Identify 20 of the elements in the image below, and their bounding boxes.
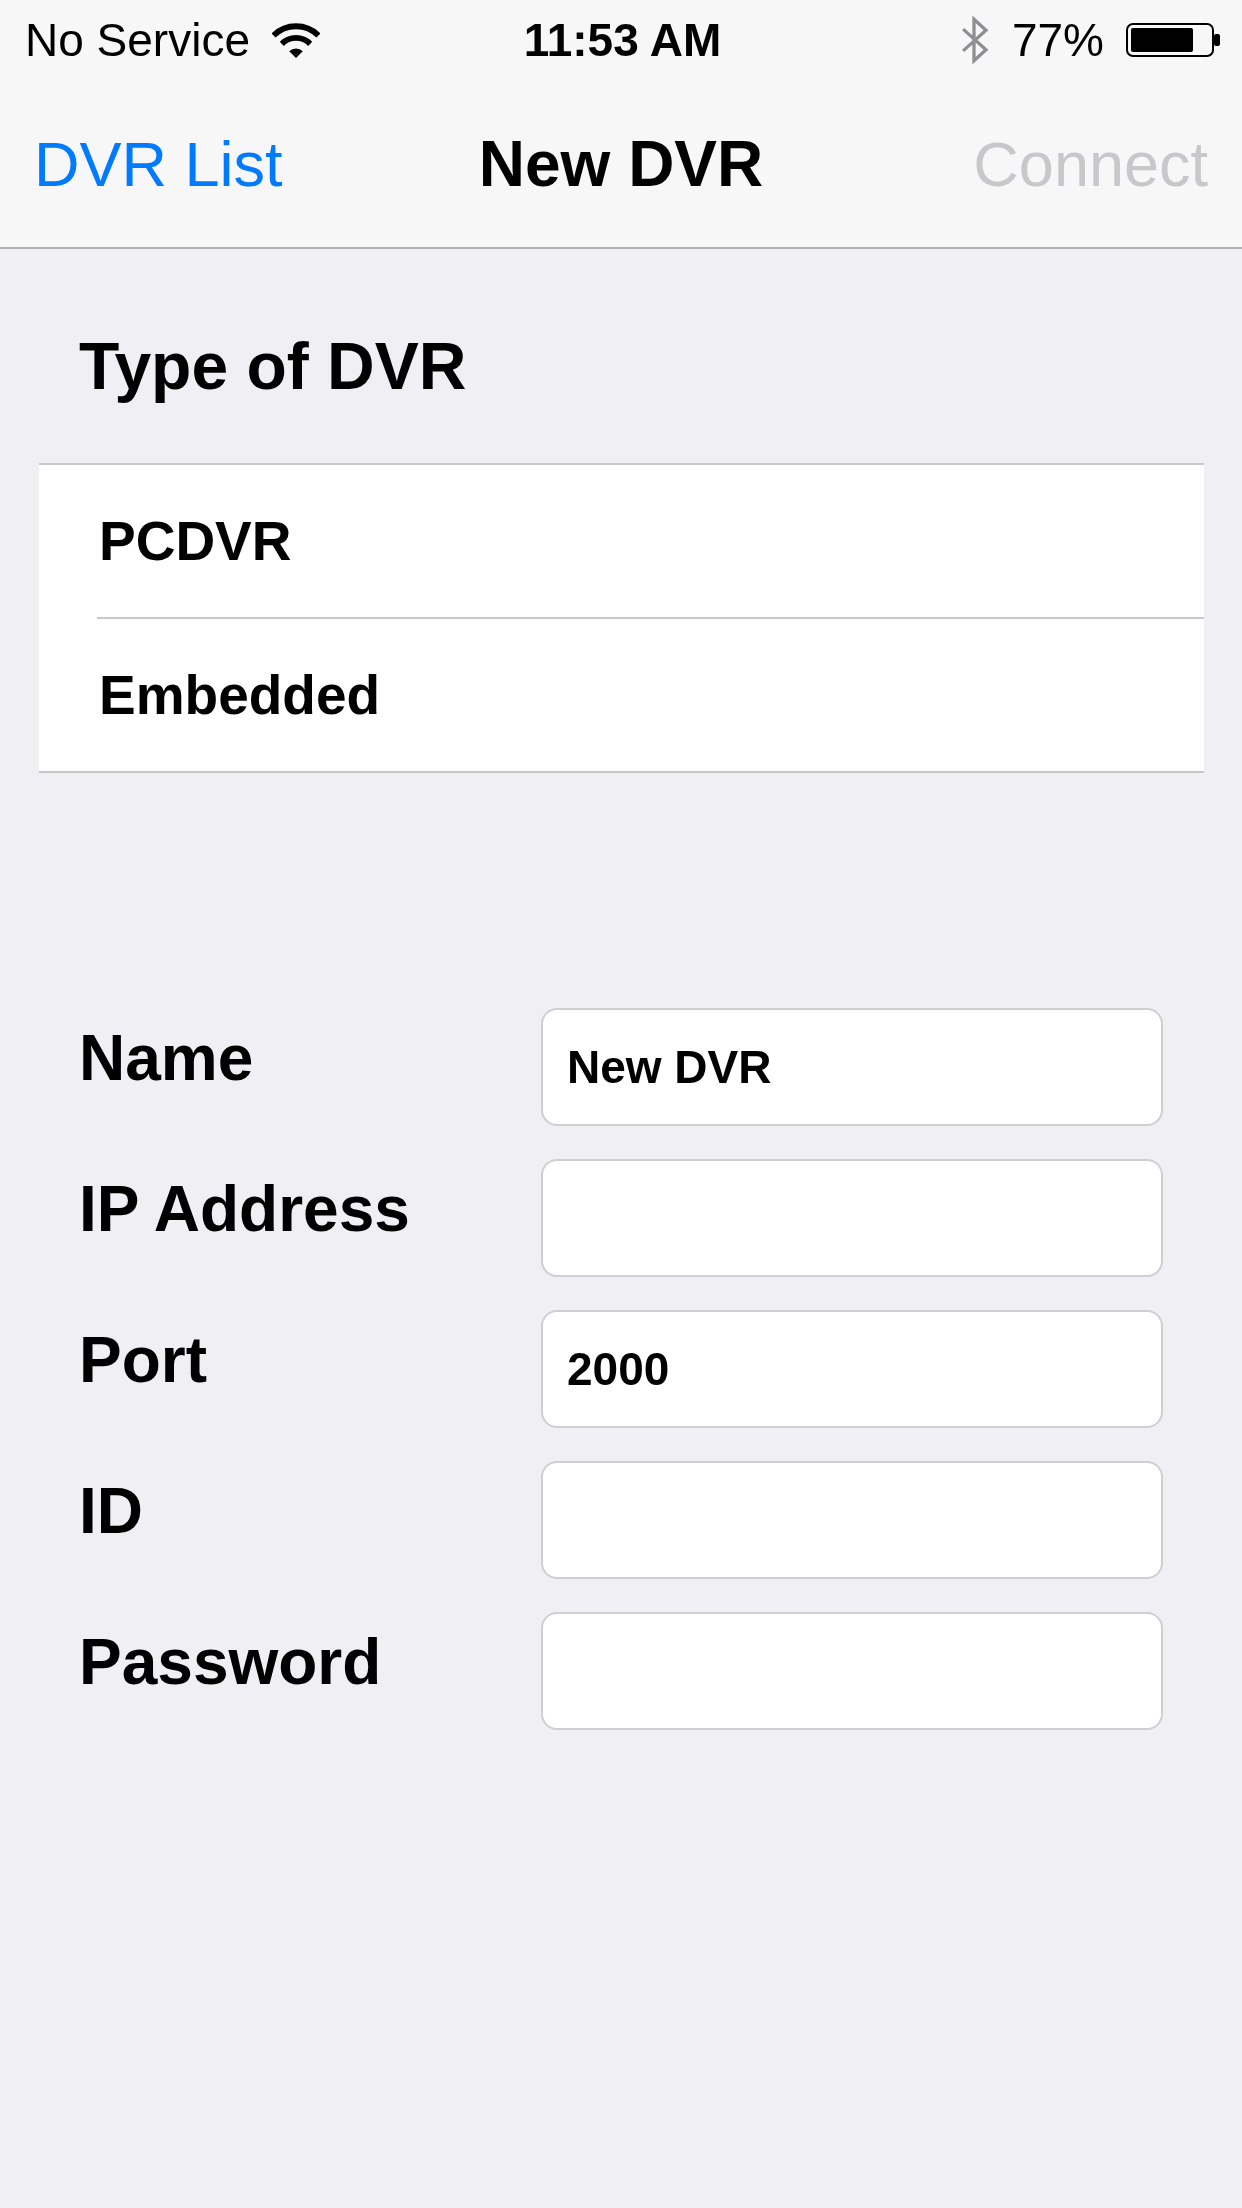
field-label: Port [79, 1323, 207, 1397]
battery-icon [1126, 23, 1220, 57]
input-field[interactable] [541, 1612, 1163, 1730]
back-button[interactable]: DVR List [34, 127, 283, 200]
input-field[interactable] [541, 1159, 1163, 1277]
field-label: Name [79, 1021, 254, 1095]
field-label: IP Address [79, 1172, 410, 1246]
list-item[interactable]: PCDVR [39, 465, 1204, 617]
wifi-icon [271, 22, 320, 58]
input-field[interactable]: New DVR [541, 1008, 1163, 1126]
nav-title: New DVR [478, 126, 764, 201]
battery-percentage: 77% [1011, 13, 1104, 67]
carrier-label: No Service [25, 13, 250, 67]
time-label: 11:53 AM [523, 13, 722, 67]
field-label: Password [79, 1625, 382, 1699]
list-item[interactable]: Embedded [39, 619, 1204, 771]
input-field[interactable]: 2000 [541, 1310, 1163, 1428]
field-label: ID [79, 1474, 143, 1548]
input-field[interactable] [541, 1461, 1163, 1579]
section-header: Type of DVR [79, 328, 468, 404]
